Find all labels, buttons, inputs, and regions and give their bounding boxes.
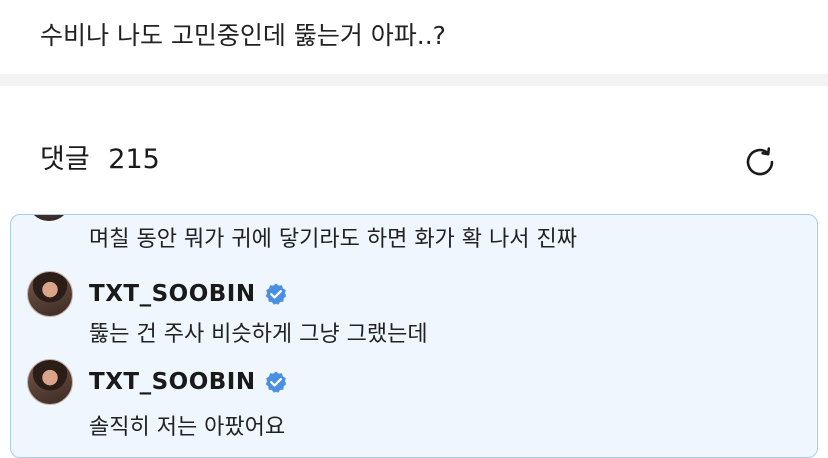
- refresh-icon: [746, 147, 774, 176]
- reply-text: 솔직히 저는 아팠어요: [89, 415, 286, 440]
- comment-count: 215: [108, 144, 160, 175]
- avatar[interactable]: [27, 271, 73, 317]
- verified-badge-icon: [265, 371, 286, 393]
- username[interactable]: TXT_SOOBIN: [89, 369, 256, 395]
- verified-badge-icon: [265, 283, 286, 305]
- reply-text: 뚫는 건 주사 비슷하게 그냥 그랬는데: [89, 322, 428, 347]
- username[interactable]: TXT_SOOBIN: [89, 281, 256, 307]
- post-text: 수비나 나도 고민중인데 뚫는거 아파..?: [40, 21, 446, 50]
- avatar: [27, 215, 71, 221]
- comment-label: 댓글: [40, 144, 90, 175]
- comment-count-header: 댓글 215: [40, 140, 160, 180]
- section-divider: [0, 74, 828, 86]
- reply-author-row[interactable]: TXT_SOOBIN: [27, 269, 288, 319]
- reply-author-row[interactable]: TXT_SOOBIN: [27, 357, 288, 407]
- avatar[interactable]: [27, 359, 73, 405]
- highlighted-comment-thread: 며칠 동안 뭐가 귀에 닿기라도 하면 화가 확 나서 진짜 TXT_SOOBI…: [10, 214, 818, 458]
- reply-text: 며칠 동안 뭐가 귀에 닿기라도 하면 화가 확 나서 진짜: [89, 227, 577, 252]
- refresh-button[interactable]: [740, 143, 780, 181]
